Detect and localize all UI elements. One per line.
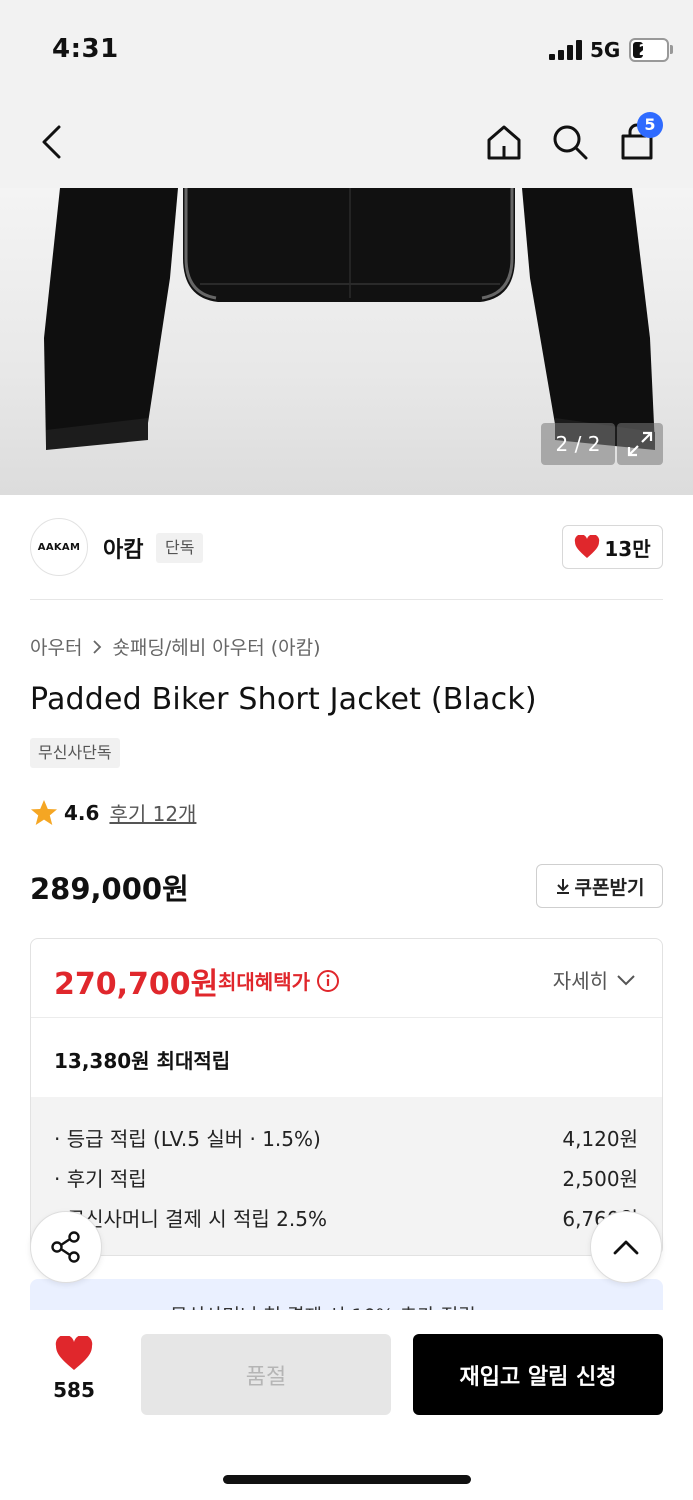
chevron-down-icon [617,974,635,985]
scroll-to-top-button[interactable] [590,1211,662,1283]
coupon-button[interactable]: 쿠폰받기 [536,864,663,908]
search-button[interactable] [546,118,594,166]
points-row: · 등급 적립 (LV.5 실버 · 1.5%) 4,120원 [54,1123,638,1152]
breadcrumb-subcategory[interactable]: 숏패딩/헤비 아우터 (아캄) [112,633,320,660]
star-icon [31,799,57,825]
rating-row: 4.6 후기 12개 [30,798,196,827]
points-row-amount: 4,120원 [562,1127,638,1151]
divider [30,599,663,600]
share-icon [51,1231,80,1263]
expand-icon [627,431,653,457]
chevron-right-icon [93,639,102,654]
points-row: · 후기 적립 2,500원 [54,1163,638,1192]
cart-button[interactable]: 5 [613,112,663,166]
network-label: 5G [590,38,621,62]
search-icon [553,125,588,160]
breadcrumb: 아우터 숏패딩/헤비 아우터 (아캄) [30,633,321,660]
restock-alert-button[interactable]: 재입고 알림 신청 [413,1334,663,1415]
review-link[interactable]: 후기 12개 [109,798,196,827]
signal-strength-icon [549,40,583,60]
rating-score: 4.6 [64,800,100,825]
points-row-label: · 후기 적립 [54,1167,147,1191]
home-button[interactable] [480,118,528,166]
detail-toggle-label: 자세히 [552,969,608,993]
chevron-up-icon [613,1240,639,1255]
musinsa-exclusive-tag: 무신사단독 [30,738,120,768]
benefit-card: 270,700원 최대혜택가 자세히 13,380원 최대적립 · 등급 적립 … [30,938,663,1256]
cart-count-badge: 5 [637,112,663,138]
brand-name[interactable]: 아캄 [103,532,143,564]
home-icon [487,125,521,160]
heart-icon [575,535,600,558]
image-counter: 2 / 2 [541,423,615,465]
max-benefit-label: 최대혜택가 [218,966,340,995]
max-benefit-price: 270,700원 [54,967,219,1002]
divider [31,1017,662,1018]
points-row-label: · 등급 적립 (LV.5 실버 · 1.5%) [54,1127,321,1151]
back-button[interactable] [28,118,76,166]
battery-level: 21 [638,41,660,59]
points-breakdown: · 등급 적립 (LV.5 실버 · 1.5%) 4,120원 · 후기 적립 … [31,1097,662,1255]
status-bar: 4:31 5G 21 [0,0,693,100]
home-indicator [223,1475,471,1484]
battery-icon: 21 [629,38,669,62]
coupon-button-label: 쿠폰받기 [574,876,645,899]
detail-toggle-button[interactable]: 자세히 [553,965,636,994]
soldout-button: 품절 [141,1334,391,1415]
brand-logo[interactable]: AAKAM [30,518,88,576]
points-summary: 13,380원 최대적립 [54,1049,231,1073]
back-chevron-icon [42,125,61,159]
points-row: · 무신사머니 결제 시 적립 2.5% 6,760원 [54,1203,638,1232]
download-icon [556,879,569,894]
breadcrumb-category[interactable]: 아우터 [30,633,82,660]
wishlist-button[interactable]: 585 [36,1336,112,1412]
product-title: Padded Biker Short Jacket (Black) [30,682,537,717]
info-icon[interactable] [316,969,340,993]
battery-tip [670,45,673,54]
brand-like-button[interactable]: 13만 [562,525,663,569]
share-button[interactable] [30,1211,102,1283]
list-price: 289,000원 [30,872,189,906]
top-nav-bar: 5 [0,100,693,188]
expand-image-button[interactable] [617,423,663,465]
status-time: 4:31 [52,34,119,64]
wishlist-count: 585 [53,1378,95,1402]
points-row-amount: 2,500원 [562,1167,638,1191]
heart-icon [55,1336,93,1370]
exclusive-badge: 단독 [156,533,204,563]
max-benefit-label-text: 최대혜택가 [218,970,310,994]
brand-like-count: 13만 [604,536,651,561]
